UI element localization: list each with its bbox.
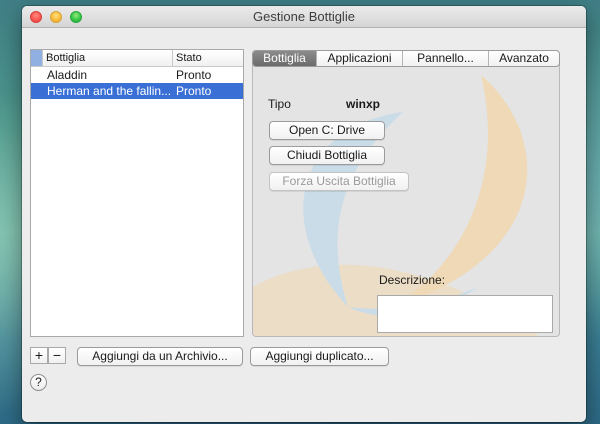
table-row-selected[interactable]: Herman and the fallin... Pronto xyxy=(31,83,243,99)
zoom-window-button[interactable] xyxy=(70,11,82,23)
add-duplicate-button[interactable]: Aggiungi duplicato... xyxy=(250,347,389,366)
sort-column-header[interactable] xyxy=(31,50,43,66)
title-bar[interactable]: Gestione Bottiglie xyxy=(22,6,586,28)
bottle-state-cell: Pronto xyxy=(176,68,212,82)
add-bottle-button[interactable]: + xyxy=(30,347,48,364)
bottle-name-cell: Herman and the fallin... xyxy=(47,84,172,98)
force-quit-bottle-button: Forza Uscita Bottiglia xyxy=(269,172,409,191)
bottles-table[interactable]: Bottiglia Stato Aladdin Pronto Herman an… xyxy=(30,49,244,337)
bottle-state-cell: Pronto xyxy=(176,84,212,98)
window-title: Gestione Bottiglie xyxy=(253,9,355,24)
column-header-bottle[interactable]: Bottiglia xyxy=(43,50,173,66)
add-from-archive-button[interactable]: Aggiungi da un Archivio... xyxy=(77,347,243,366)
column-header-state[interactable]: Stato xyxy=(173,50,243,66)
tab-bottle[interactable]: Bottiglia xyxy=(253,51,317,66)
table-header: Bottiglia Stato xyxy=(31,50,243,67)
type-label: Tipo xyxy=(268,97,291,111)
description-field[interactable] xyxy=(377,295,553,333)
close-bottle-button[interactable]: Chiudi Bottiglia xyxy=(269,146,385,165)
open-c-drive-button[interactable]: Open C: Drive xyxy=(269,121,385,140)
description-label: Descrizione: xyxy=(379,273,446,287)
remove-bottle-button[interactable]: − xyxy=(48,347,66,364)
help-button[interactable]: ? xyxy=(30,374,47,391)
tab-bar: Bottiglia Applicazioni Pannello... Avanz… xyxy=(252,50,560,67)
bottle-manager-window: Gestione Bottiglie Bottiglia Stato Aladd… xyxy=(22,6,586,422)
tab-control-panel[interactable]: Pannello... xyxy=(403,51,489,66)
close-window-button[interactable] xyxy=(30,11,42,23)
bottle-name-cell: Aladdin xyxy=(47,68,88,82)
tab-advanced[interactable]: Avanzato xyxy=(489,51,559,66)
minimize-window-button[interactable] xyxy=(50,11,62,23)
table-row[interactable]: Aladdin Pronto xyxy=(31,67,243,83)
bottle-tab-panel: Tipo winxp Open C: Drive Chiudi Bottigli… xyxy=(252,56,560,337)
tab-applications[interactable]: Applicazioni xyxy=(317,51,403,66)
type-value: winxp xyxy=(346,97,381,111)
